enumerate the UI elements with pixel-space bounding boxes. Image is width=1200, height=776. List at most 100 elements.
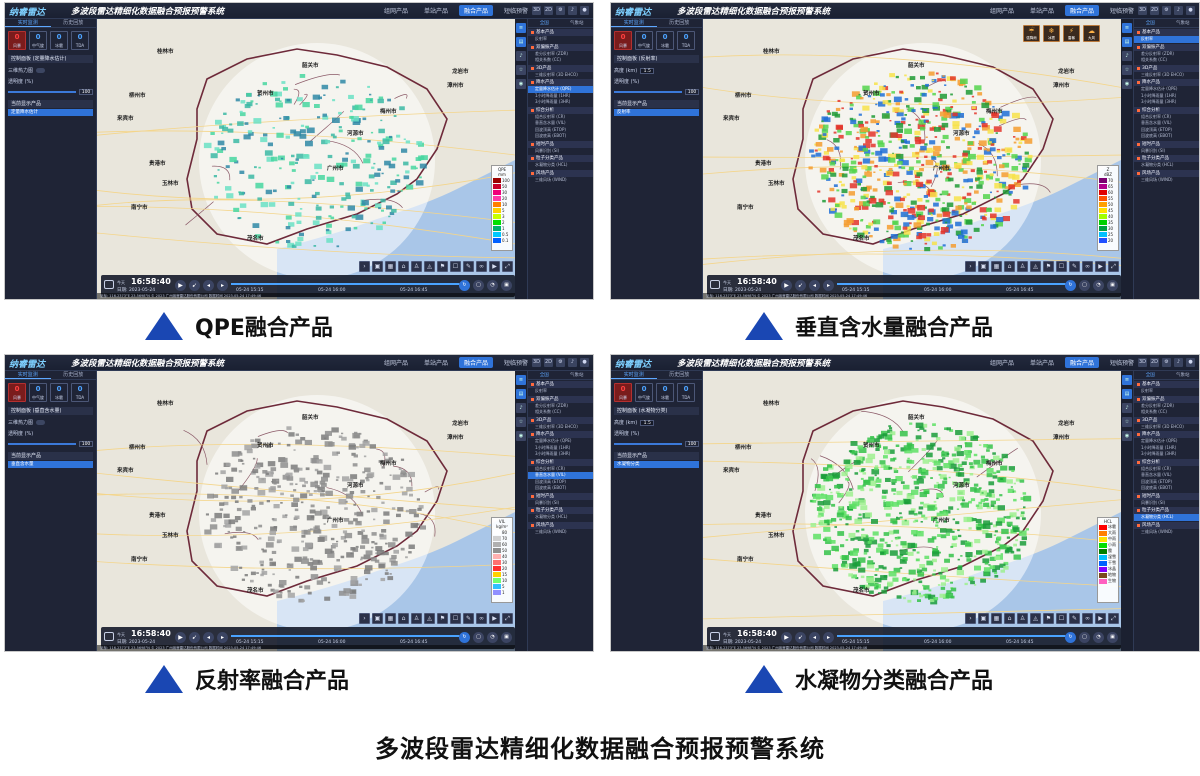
measure-icon[interactable]: ◬ [424,613,435,624]
opacity-value[interactable]: 100 [685,441,699,447]
product-category[interactable]: 双偏振产品 [1134,43,1199,51]
bell-icon[interactable]: ♪ [568,358,577,367]
product-item[interactable]: 反射率 [528,388,593,395]
product-item[interactable]: 三维风场 (WIND) [528,177,593,184]
chart-icon[interactable]: ▤ [516,389,526,399]
layers-icon[interactable]: ≡ [1122,23,1132,33]
speed-icon[interactable]: ◔ [1093,280,1104,291]
alert-mesocyclone[interactable]: 0 中气旋 [29,383,47,402]
draw-icon[interactable]: ✎ [1069,613,1080,624]
product-category[interactable]: 降水产品 [528,431,593,438]
tab-weather-station[interactable]: 气象站 [561,19,594,27]
link-icon[interactable]: ∞ [476,261,487,272]
product-item[interactable]: 风暴识别 (SI) [1134,148,1199,155]
video-icon[interactable]: ▶ [1095,261,1106,272]
comment-icon[interactable]: ☐ [1056,613,1067,624]
tab-weather-station[interactable]: 气象站 [1167,19,1200,27]
selected-product[interactable]: 水凝物分类 [614,461,699,468]
user-icon[interactable]: ● [580,358,589,367]
product-category[interactable]: 双偏振产品 [1134,395,1199,403]
nav-network[interactable]: 组网产品 [379,5,413,16]
bell-icon[interactable]: ♪ [1174,6,1183,15]
product-category[interactable]: 3D产品 [528,64,593,72]
product-category[interactable]: 基本产品 [528,381,593,388]
lock-icon[interactable]: ▢ [473,280,484,291]
mode-2d-button[interactable]: 2D [544,6,553,15]
nav-nowcast[interactable]: 短临预警 [499,357,533,368]
station-icon[interactable]: ♙ [1017,613,1028,624]
camera-icon[interactable] [104,280,114,289]
height-input[interactable]: 1.5 [640,67,655,74]
lock-icon[interactable]: ▢ [473,632,484,643]
nav-nowcast[interactable]: 短临预警 [1105,357,1139,368]
mode-3d-button[interactable]: 3D [1138,6,1147,15]
star-icon[interactable]: ☆ [1122,417,1132,427]
product-item[interactable]: 回波底高 (EBOT) [1134,485,1199,492]
expand-icon[interactable]: › [965,261,976,272]
draw-icon[interactable]: ✎ [463,613,474,624]
bell-icon[interactable]: ♪ [568,6,577,15]
product-category[interactable]: 降水产品 [528,79,593,86]
image-icon[interactable]: ▦ [991,261,1002,272]
gear-icon[interactable]: ⚙ [556,358,565,367]
fullscreen-icon[interactable]: ⤢ [502,613,513,624]
product-category[interactable]: 降水产品 [1134,431,1199,438]
nav-single-station[interactable]: 单站产品 [419,357,453,368]
product-category[interactable]: 粒子分类产品 [1134,155,1199,162]
nav-network[interactable]: 组网产品 [985,357,1019,368]
product-category[interactable]: 综合分析 [528,106,593,114]
timeline-track[interactable] [837,635,1067,637]
layers-icon[interactable]: ▣ [372,613,383,624]
mode-2d-button[interactable]: 2D [1150,358,1159,367]
alert-hail[interactable]: 0 冰雹 [50,31,68,50]
product-category[interactable]: 降水产品 [1134,79,1199,86]
product-item[interactable]: 三维风场 (WIND) [1134,177,1199,184]
comment-icon[interactable]: ☐ [450,613,461,624]
image-icon[interactable]: ▦ [385,261,396,272]
measure-icon[interactable]: ◬ [1030,261,1041,272]
video-icon[interactable]: ▶ [1095,613,1106,624]
product-item[interactable]: 三维风场 (WIND) [1134,529,1199,536]
expand-icon[interactable]: › [359,261,370,272]
tab-all[interactable]: 全国 [1134,371,1167,379]
opacity-slider[interactable] [8,91,76,93]
product-item[interactable]: 回波底高 (EBOT) [1134,133,1199,140]
tab-all[interactable]: 全国 [1134,19,1167,27]
product-item[interactable]: 相关系数 (CC) [1134,409,1199,416]
nav-fusion[interactable]: 融合产品 [458,357,493,368]
product-item[interactable]: 回波底高 (EBOT) [528,485,593,492]
alert-hail[interactable]: 0 冰雹 [656,31,674,50]
product-item[interactable]: 水凝物分类 (HCL) [528,162,593,169]
layers-icon[interactable]: ▣ [978,261,989,272]
comment-icon[interactable]: ☐ [450,261,461,272]
alert-storm[interactable]: 0 风暴 [8,31,26,50]
link-icon[interactable]: ∞ [476,613,487,624]
product-category[interactable]: 综合分析 [528,458,593,466]
mode-3d-button[interactable]: 3D [532,6,541,15]
product-category[interactable]: 粒子分类产品 [1134,507,1199,514]
product-category[interactable]: 短时产品 [528,140,593,148]
product-item[interactable]: 三维反射率 (3D EHCO) [1134,424,1199,431]
layers-icon[interactable]: ▣ [372,261,383,272]
product-category[interactable]: 风场产品 [1134,521,1199,529]
timeline-track[interactable] [231,283,461,285]
loop-icon[interactable]: ↻ [1065,632,1076,643]
bell-icon[interactable]: ♪ [1122,51,1132,61]
fullscreen-icon[interactable]: ⤢ [1108,613,1119,624]
map-view[interactable]: 桂林市 韶关市 龙岩市 漳州市 柳州市 来宾市 河源市 梅州市 贺州市 贵港市 玉林市 茂名市 南宁市广… [97,19,515,299]
tab-weather-station[interactable]: 气象站 [561,371,594,379]
star-icon[interactable]: ☆ [1122,65,1132,75]
timeline-track[interactable] [837,283,1067,285]
fullscreen-icon[interactable]: ⤢ [1108,261,1119,272]
product-item[interactable]: 反射率 [1134,36,1199,43]
gear-icon[interactable]: ⚙ [556,6,565,15]
product-item[interactable]: 风暴识别 (SI) [528,500,593,507]
camera-icon[interactable] [104,632,114,641]
settings-icon[interactable]: ▣ [501,280,512,291]
flag-icon[interactable]: ⚑ [437,261,448,272]
speed-icon[interactable]: ◔ [1093,632,1104,643]
product-category[interactable]: 基本产品 [1134,381,1199,388]
mode-3d-button[interactable]: 3D [1138,358,1147,367]
tab-realtime[interactable]: 实时监测 [611,371,657,379]
loop-icon[interactable]: ↻ [1065,280,1076,291]
